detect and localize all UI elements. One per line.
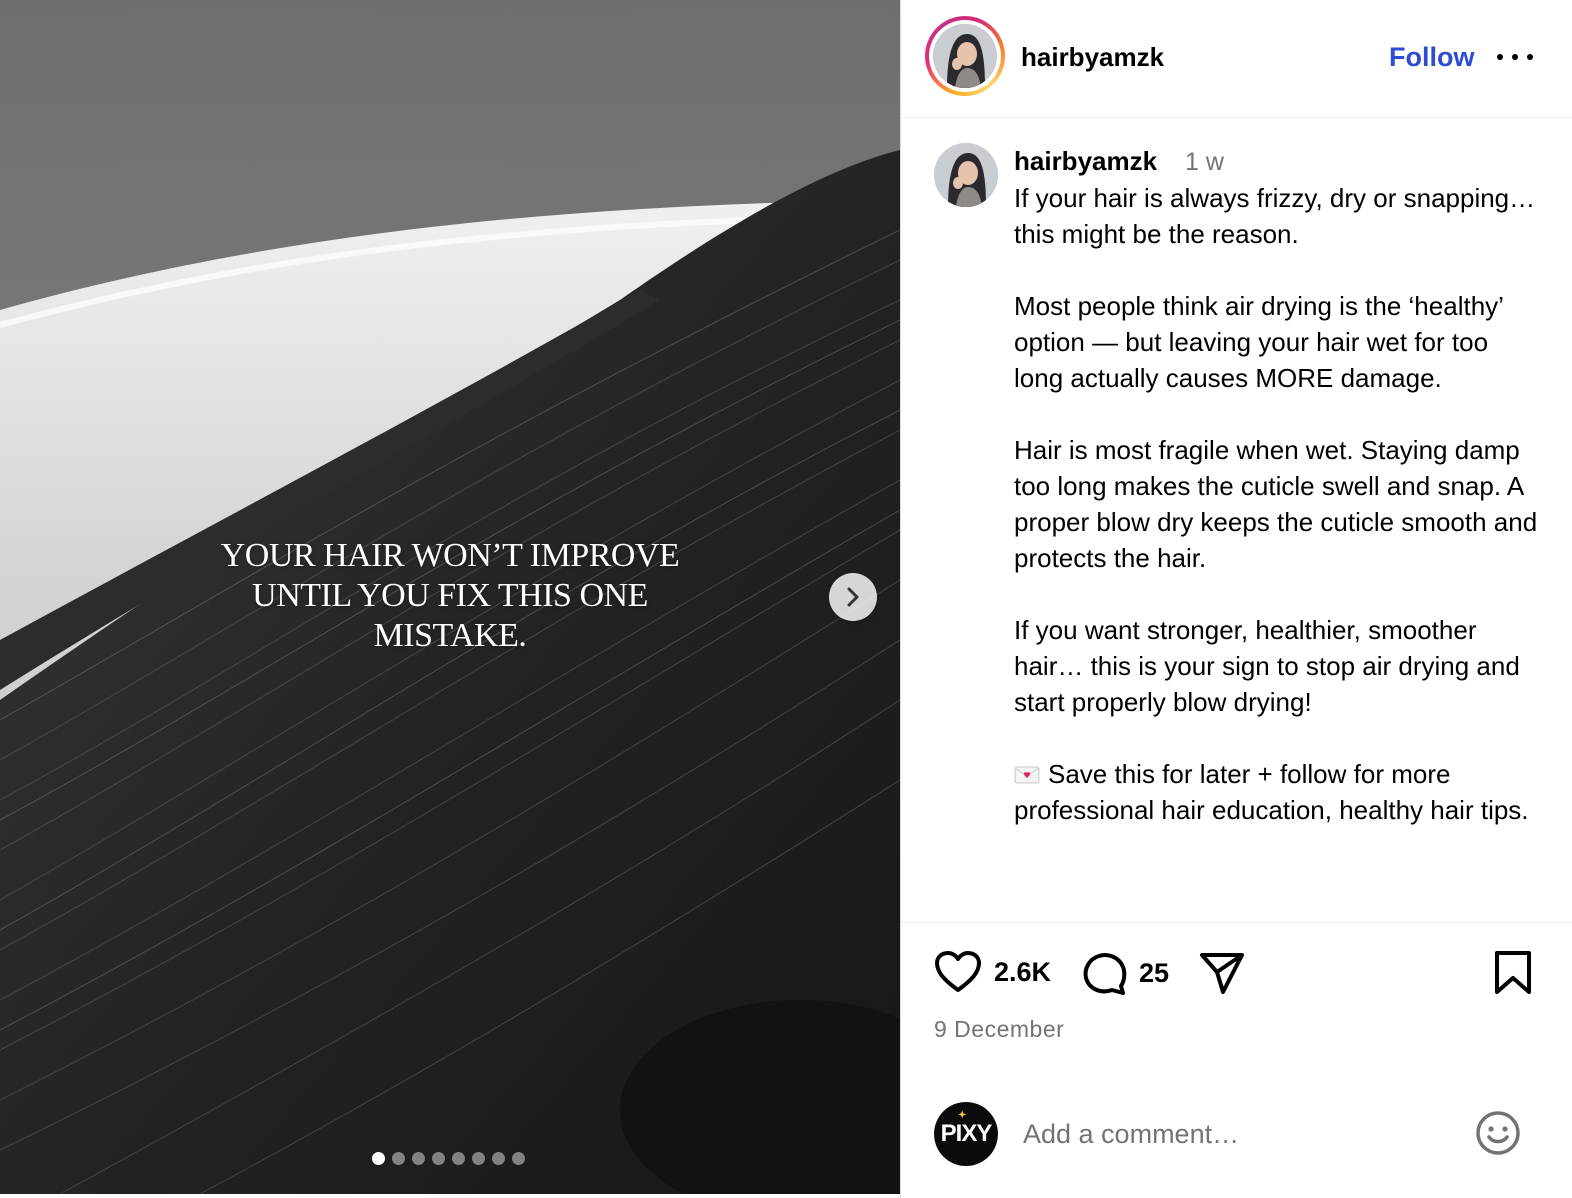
like-count[interactable]: 2.6K bbox=[994, 957, 1051, 988]
divider bbox=[901, 922, 1572, 923]
overlay-headline: YOUR HAIR WON’T IMPROVE UNTIL YOU FIX TH… bbox=[220, 537, 680, 654]
profile-photo bbox=[933, 24, 997, 88]
header-username[interactable]: hairbyamzk bbox=[1021, 42, 1164, 73]
comment-icon bbox=[1083, 953, 1127, 995]
caption-username[interactable]: hairbyamzk bbox=[1014, 146, 1157, 177]
caption-avatar[interactable] bbox=[934, 143, 998, 207]
caption-paragraph: Most people think air drying is the ‘hea… bbox=[1014, 291, 1503, 393]
save-button[interactable] bbox=[1493, 950, 1533, 996]
envelope-icon bbox=[1014, 766, 1040, 784]
carousel-dot bbox=[492, 1152, 505, 1165]
carousel-dot bbox=[432, 1152, 445, 1165]
post-media[interactable]: YOUR HAIR WON’T IMPROVE UNTIL YOU FIX TH… bbox=[0, 0, 900, 1194]
carousel-dot bbox=[512, 1152, 525, 1165]
post-date[interactable]: 9 December bbox=[934, 1016, 1064, 1043]
carousel-dot bbox=[372, 1152, 385, 1165]
carousel-dot bbox=[472, 1152, 485, 1165]
more-options-button[interactable] bbox=[1497, 44, 1533, 70]
caption-section: hairbyamzk 1 w If your hair is always fr… bbox=[901, 118, 1572, 922]
follow-button[interactable]: Follow bbox=[1389, 42, 1474, 73]
profile-photo bbox=[934, 143, 998, 207]
story-ring-avatar[interactable] bbox=[925, 16, 1005, 96]
share-icon bbox=[1200, 953, 1244, 994]
like-button[interactable]: 2.6K bbox=[934, 950, 1051, 994]
carousel-indicator bbox=[372, 1152, 525, 1165]
caption-cta-text: Save this for later + follow for more pr… bbox=[1014, 759, 1529, 825]
heart-icon bbox=[935, 951, 981, 992]
add-comment-row: ✦ PIXY bbox=[901, 1070, 1572, 1198]
commenter-avatar[interactable]: ✦ PIXY bbox=[934, 1102, 998, 1166]
emoji-icon[interactable] bbox=[1475, 1110, 1521, 1156]
caption-timestamp[interactable]: 1 w bbox=[1185, 148, 1224, 177]
comment-button[interactable]: 25 bbox=[1081, 950, 1169, 996]
caption-paragraph-cta: Save this for later + follow for more pr… bbox=[1014, 756, 1544, 828]
caption-paragraph: Hair is most fragile when wet. Staying d… bbox=[1014, 435, 1538, 573]
caption-paragraph: If you want stronger, healthier, smoothe… bbox=[1014, 615, 1520, 717]
carousel-dot bbox=[412, 1152, 425, 1165]
bookmark-icon bbox=[1495, 951, 1531, 994]
commenter-avatar-text: PIXY bbox=[940, 1120, 993, 1147]
comment-input[interactable] bbox=[1023, 1114, 1443, 1154]
caption-paragraph: If your hair is always frizzy, dry or sn… bbox=[1014, 183, 1536, 249]
post-details-panel: hairbyamzk Follow hairbyamzk 1 w If your… bbox=[900, 0, 1572, 1198]
more-icon bbox=[1497, 54, 1503, 60]
next-slide-button[interactable] bbox=[829, 573, 877, 621]
share-button[interactable] bbox=[1199, 950, 1245, 996]
carousel-dot bbox=[392, 1152, 405, 1165]
carousel-dot bbox=[452, 1152, 465, 1165]
chevron-right-icon bbox=[847, 587, 859, 607]
star-icon: ✦ bbox=[958, 1110, 966, 1121]
avatar bbox=[933, 24, 997, 88]
action-bar: 2.6K 25 bbox=[901, 950, 1572, 1006]
comment-count[interactable]: 25 bbox=[1139, 958, 1169, 989]
caption-text: If your hair is always frizzy, dry or sn… bbox=[1014, 180, 1544, 828]
post-header: hairbyamzk Follow bbox=[901, 0, 1572, 118]
